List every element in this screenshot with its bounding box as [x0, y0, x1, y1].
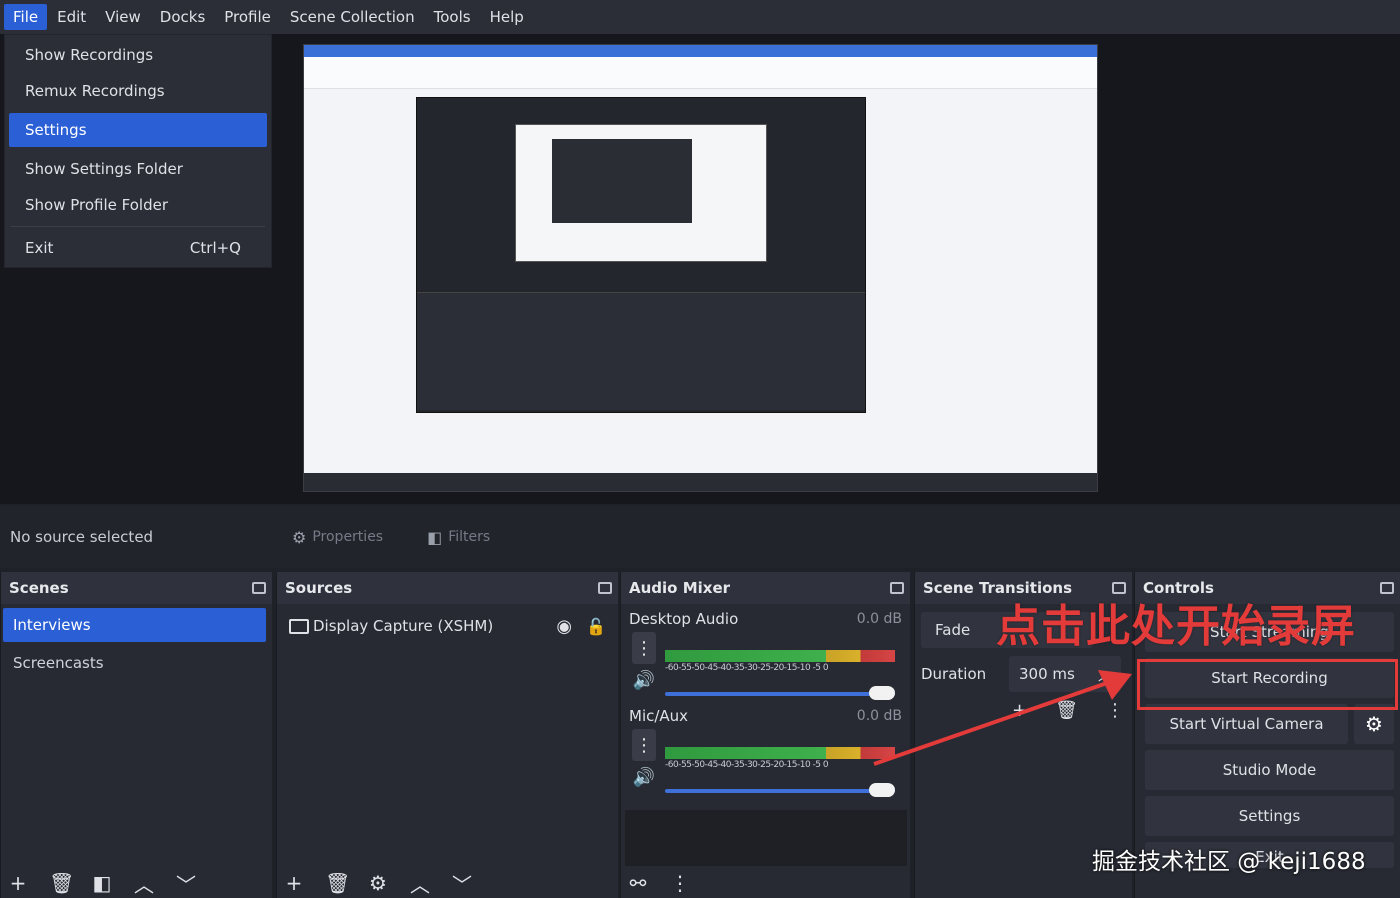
- scenes-header: Scenes: [1, 572, 272, 604]
- preview-nested-panels: [417, 292, 865, 410]
- context-bar: No source selected ⚙ Properties ◧ Filter…: [0, 506, 1400, 568]
- annotation-arrow: [873, 670, 1132, 766]
- trash-icon[interactable]: 🗑: [49, 871, 74, 895]
- link-icon[interactable]: ⚯: [627, 871, 649, 895]
- chevron-down-icon[interactable]: ﹀: [175, 869, 197, 898]
- menu-help[interactable]: Help: [481, 4, 533, 30]
- source-label: Display Capture (XSHM): [313, 617, 494, 635]
- menu-scene-collection[interactable]: Scene Collection: [281, 4, 424, 30]
- chevron-up-icon[interactable]: ︿: [409, 869, 431, 898]
- gear-icon: ⚙: [292, 527, 307, 547]
- properties-button[interactable]: ⚙ Properties: [292, 528, 383, 547]
- menu-exit-shortcut: Ctrl+Q: [189, 239, 241, 257]
- virtual-camera-settings-button[interactable]: ⚙: [1354, 704, 1394, 744]
- volume-slider[interactable]: [665, 685, 895, 700]
- undock-icon[interactable]: [1380, 582, 1394, 594]
- annotation-highlight-box: [1137, 659, 1398, 710]
- sources-toolbar: + 🗑 ⚙ ︿ ﹀: [277, 868, 618, 898]
- scenes-dock: Scenes Interviews Screencasts + 🗑 ◧ ︿ ﹀: [0, 572, 272, 898]
- preview-nested-screen: [515, 124, 767, 262]
- preview-taskbar: [304, 473, 1097, 491]
- volume-meter: -60-55-50-45-40-35-30-25-20-15-10 -5 0: [665, 746, 895, 797]
- speaker-icon[interactable]: 🔊: [633, 767, 655, 788]
- preview-nested-obs: [416, 97, 866, 413]
- meter-ticks: -60-55-50-45-40-35-30-25-20-15-10 -5 0: [665, 662, 829, 673]
- start-virtual-camera-button[interactable]: Start Virtual Camera: [1145, 704, 1348, 744]
- menu-separator: [11, 226, 265, 227]
- settings-button[interactable]: Settings: [1145, 796, 1394, 836]
- trash-icon[interactable]: 🗑: [325, 871, 350, 895]
- menu-settings[interactable]: Settings: [9, 113, 267, 147]
- filter-icon: ◧: [427, 527, 443, 547]
- preview-canvas[interactable]: [303, 44, 1098, 492]
- menu-exit[interactable]: Exit Ctrl+Q: [5, 230, 271, 266]
- preview-window-titlebar: [304, 45, 1097, 57]
- undock-icon[interactable]: [598, 582, 612, 594]
- volume-meter: -60-55-50-45-40-35-30-25-20-15-10 -5 0: [665, 649, 895, 700]
- menu-edit[interactable]: Edit: [48, 4, 95, 30]
- annotation-text: 点击此处开始录屏: [996, 601, 1356, 652]
- audio-mixer-header: Audio Mixer: [621, 572, 910, 604]
- menu-tools[interactable]: Tools: [425, 4, 480, 30]
- chevron-up-icon[interactable]: ︿: [133, 869, 155, 898]
- menu-show-recordings[interactable]: Show Recordings: [5, 37, 271, 73]
- add-icon[interactable]: +: [283, 871, 305, 895]
- scene-item[interactable]: Screencasts: [3, 646, 266, 680]
- sources-dock: Sources Display Capture (XSHM) ◉ 🔓 + 🗑 ⚙…: [276, 572, 618, 898]
- monitor-icon: [289, 618, 309, 634]
- gear-icon[interactable]: ⚙: [367, 871, 389, 895]
- menu-show-profile-folder[interactable]: Show Profile Folder: [5, 187, 271, 223]
- menu-bar: File Edit View Docks Profile Scene Colle…: [0, 0, 1400, 34]
- kebab-menu-icon[interactable]: ⋮: [669, 871, 691, 895]
- file-menu-dropdown: Show Recordings Remux Recordings Setting…: [4, 34, 272, 268]
- add-icon[interactable]: +: [7, 871, 29, 895]
- menu-docks[interactable]: Docks: [151, 4, 214, 30]
- channel-name: Mic/Aux: [629, 707, 689, 725]
- menu-view[interactable]: View: [96, 4, 150, 30]
- preview-window-toolbar: [304, 57, 1097, 89]
- menu-profile[interactable]: Profile: [215, 4, 280, 30]
- chevron-down-icon[interactable]: ﹀: [451, 869, 473, 898]
- no-source-label: No source selected: [10, 528, 154, 546]
- menu-remux-recordings[interactable]: Remux Recordings: [5, 73, 271, 109]
- eye-icon[interactable]: ◉: [556, 616, 572, 637]
- scenes-toolbar: + 🗑 ◧ ︿ ﹀: [1, 868, 272, 898]
- menu-file[interactable]: File: [4, 4, 48, 30]
- watermark-text: 掘金技术社区 @ keji1688: [1092, 849, 1366, 875]
- meter-ticks: -60-55-50-45-40-35-30-25-20-15-10 -5 0: [665, 759, 829, 770]
- scene-item[interactable]: Interviews: [3, 608, 266, 642]
- lock-icon[interactable]: 🔓: [586, 617, 606, 636]
- filters-button[interactable]: ◧ Filters: [427, 528, 490, 547]
- filter-icon[interactable]: ◧: [91, 871, 113, 895]
- source-item[interactable]: Display Capture (XSHM) ◉ 🔓: [277, 608, 618, 644]
- undock-icon[interactable]: [252, 582, 266, 594]
- channel-level: 0.0 dB: [856, 611, 902, 627]
- meter-bar: [665, 649, 895, 662]
- volume-slider[interactable]: [665, 782, 895, 797]
- mixer-toolbar: ⚯ ⋮: [621, 868, 910, 898]
- gear-icon: ⚙: [1365, 712, 1383, 736]
- mixer-channel-mic: Mic/Aux 0.0 dB ⋮ 🔊 -60-55-50-45-40-35-30…: [621, 705, 910, 797]
- sources-header: Sources: [277, 572, 618, 604]
- kebab-menu-icon[interactable]: ⋮: [632, 729, 656, 761]
- kebab-menu-icon[interactable]: ⋮: [632, 632, 656, 664]
- mixer-empty-area: [625, 810, 907, 866]
- preview-deep-nested: [552, 139, 692, 223]
- audio-mixer-dock: Audio Mixer Desktop Audio 0.0 dB ⋮ 🔊 -60…: [620, 572, 910, 898]
- meter-bar: [665, 746, 895, 759]
- speaker-icon[interactable]: 🔊: [633, 670, 655, 691]
- studio-mode-button[interactable]: Studio Mode: [1145, 750, 1394, 790]
- mixer-channel-desktop: Desktop Audio 0.0 dB ⋮ 🔊 -60-55-50-45-40…: [621, 608, 910, 700]
- menu-show-settings-folder[interactable]: Show Settings Folder: [5, 151, 271, 187]
- slider-knob[interactable]: [869, 782, 895, 797]
- channel-name: Desktop Audio: [629, 610, 739, 628]
- undock-icon[interactable]: [890, 582, 904, 594]
